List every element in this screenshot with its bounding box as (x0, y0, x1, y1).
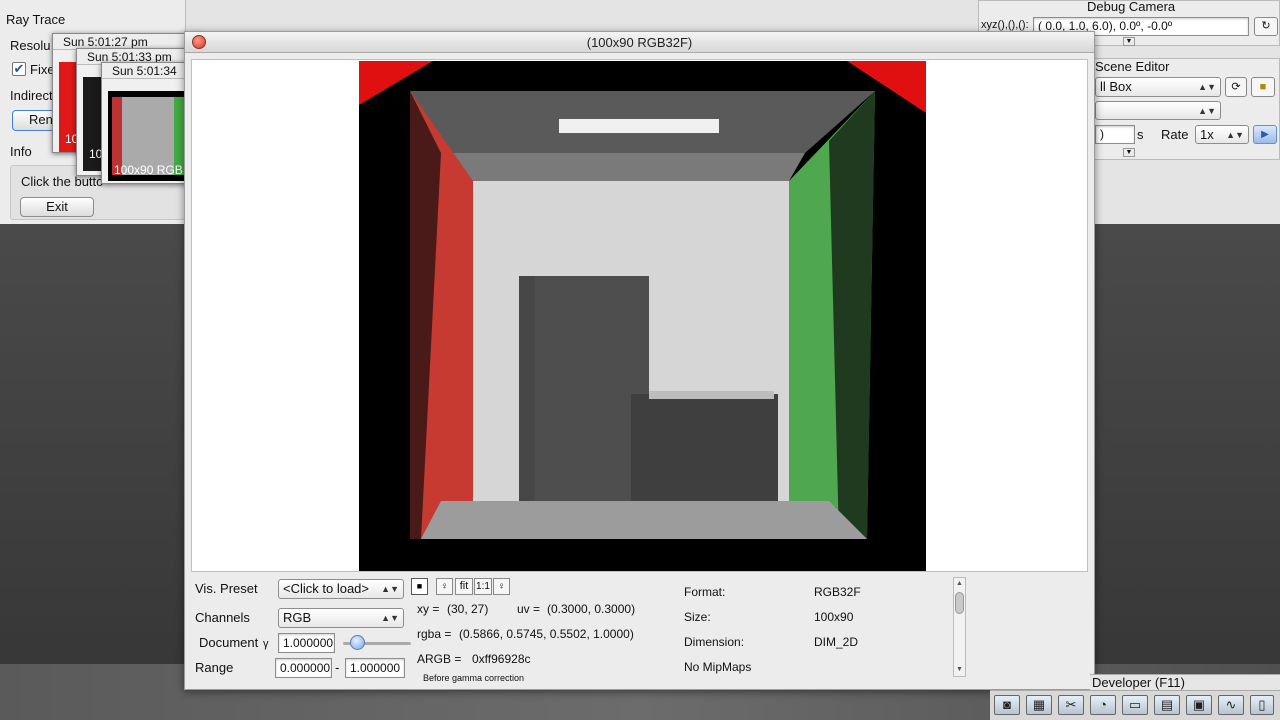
texture-window-title: (100x90 RGB32F) (586, 35, 693, 50)
picker-icon[interactable]: ♀ (436, 578, 453, 595)
vis-preset-label: Vis. Preset (195, 581, 258, 596)
info-text: Click the butto (21, 174, 104, 189)
rgba-label: rgba = (417, 627, 452, 641)
scroll-down-icon[interactable]: ▼ (954, 664, 965, 676)
close-icon[interactable] (192, 35, 206, 49)
developer-toolbar: ◙ ▦ ✂ ◔ ▭ ▤ ▣ ∿ ▯ (990, 690, 1280, 720)
size-value: 100x90 (814, 610, 854, 624)
scene-editor-title: Scene Editor (1095, 59, 1170, 74)
note-icon[interactable]: ▭ (1122, 695, 1148, 715)
chevron-down-icon: ▲▼ (1198, 82, 1216, 92)
dimension-label: Dimension: (684, 635, 745, 649)
range-max-field[interactable]: 1.000000 (345, 658, 405, 678)
profiler-icon[interactable]: ∿ (1218, 695, 1244, 715)
time-field[interactable]: ) (1095, 125, 1135, 144)
time-unit: s (1137, 127, 1144, 142)
format-label: Format: (684, 585, 726, 599)
xy-label: xy = (417, 602, 440, 616)
document-label: Document (199, 635, 259, 650)
play-button[interactable]: ▶ (1253, 125, 1277, 144)
camera-bookmark-icon[interactable]: ↻ (1254, 17, 1278, 36)
raytraced-image (359, 61, 926, 571)
fixed-checkbox[interactable]: ✔ (12, 62, 26, 76)
one-to-one-button[interactable]: 1:1 (474, 578, 492, 595)
chevron-down-icon: ▲▼ (1198, 106, 1216, 116)
scene-editor-panel: Scene Editor ll Box ▲▼ ⟳ ■ ▲▼ ) s Rate 1x… (1090, 58, 1280, 160)
pin-icon[interactable]: ♀ (493, 578, 510, 595)
camera-icon[interactable]: ◙ (994, 695, 1020, 715)
scene-expand-icon[interactable]: ▼ (1123, 148, 1135, 157)
info-label: Info (10, 144, 32, 159)
entity-select[interactable]: ▲▼ (1095, 101, 1221, 120)
fixed-label: Fixe (30, 62, 55, 77)
channels-label: Channels (195, 610, 250, 625)
xy-value: (30, 27) (447, 602, 489, 616)
scene-select[interactable]: ll Box ▲▼ (1095, 77, 1221, 97)
texture-canvas[interactable] (191, 59, 1088, 572)
gamma-field[interactable]: 1.000000 (278, 633, 335, 653)
windows-icon[interactable]: ▣ (1186, 695, 1212, 715)
debug-camera-title: Debug Camera (1087, 0, 1176, 14)
developer-label: Developer (F11) (1092, 675, 1185, 690)
snapshot-caption-3: 100x90 RGB (114, 163, 183, 177)
scroll-thumb[interactable] (955, 592, 964, 614)
indirect-label: Indirect (10, 88, 53, 103)
rate-label: Rate (1161, 127, 1189, 142)
argb-value: 0xff96928c (472, 652, 531, 666)
range-separator: - (335, 660, 340, 675)
chevron-down-icon: ▲▼ (1226, 130, 1244, 140)
texture-window-titlebar: (100x90 RGB32F) (185, 32, 1094, 53)
exit-button[interactable]: Exit (20, 197, 94, 217)
texture-window: (100x90 RGB32F) Vis. Preset <Click to lo… (184, 31, 1095, 690)
size-label: Size: (684, 610, 711, 624)
resolution-label: Resolu (10, 38, 51, 53)
uv-label: uv = (517, 602, 541, 616)
dimension-value: DIM_2D (814, 635, 859, 649)
uv-value: (0.3000, 0.3000) (547, 602, 636, 616)
range-label: Range (195, 660, 234, 675)
raytrace-title: Ray Trace (6, 12, 66, 27)
mipmaps-label: No MipMaps (684, 660, 752, 674)
gamma-slider-knob[interactable] (349, 635, 365, 650)
argb-label: ARGB = (417, 652, 462, 666)
range-min-field[interactable]: 0.000000 (275, 658, 332, 678)
lock-icon[interactable]: ■ (1251, 77, 1275, 97)
clapper-icon[interactable]: ▦ (1026, 695, 1052, 715)
vis-preset-select[interactable]: <Click to load> ▲▼ (278, 579, 404, 599)
rate-select[interactable]: 1x ▲▼ (1195, 125, 1249, 144)
fit-button[interactable]: fit (455, 578, 473, 595)
scroll-up-icon[interactable]: ▲ (954, 578, 965, 590)
channels-select[interactable]: RGB ▲▼ (278, 608, 404, 628)
tools-icon[interactable]: ✂ (1058, 695, 1084, 715)
xyz-label: xyz(),(),(): (981, 19, 1029, 31)
gamma-note: Before gamma correction (423, 673, 525, 683)
chevron-down-icon: ▲▼ (381, 584, 399, 594)
camera-expand-icon[interactable]: ▼ (1123, 37, 1135, 46)
console-icon[interactable]: ▤ (1154, 695, 1180, 715)
save-icon[interactable]: ■ (411, 578, 428, 595)
rgba-value: (0.5866, 0.5745, 0.5502, 1.0000) (459, 627, 634, 641)
document-icon[interactable]: ▯ (1250, 695, 1274, 715)
gauge-icon[interactable]: ◔ (1090, 695, 1116, 715)
format-value: RGB32F (814, 585, 861, 599)
gamma-symbol: γ (263, 638, 269, 650)
reload-icon[interactable]: ⟳ (1225, 77, 1247, 97)
info-scrollbar[interactable]: ▲ ▼ (953, 577, 966, 677)
chevron-down-icon: ▲▼ (381, 613, 399, 623)
